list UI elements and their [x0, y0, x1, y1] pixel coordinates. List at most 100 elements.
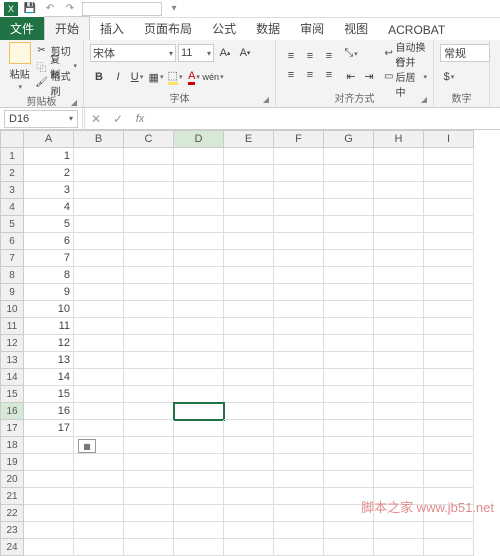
row-header-20[interactable]: 20	[0, 471, 24, 488]
cell-D14[interactable]	[174, 369, 224, 386]
column-header-F[interactable]: F	[274, 130, 324, 148]
cell-H17[interactable]	[374, 420, 424, 437]
cell-F5[interactable]	[274, 216, 324, 233]
paste-button[interactable]: 粘贴 ▾	[6, 42, 34, 91]
cell-D23[interactable]	[174, 522, 224, 539]
qat-dropdown-icon[interactable]: ▾	[166, 2, 182, 16]
cell-H22[interactable]	[374, 505, 424, 522]
cell-G14[interactable]	[324, 369, 374, 386]
cell-B4[interactable]	[74, 199, 124, 216]
cell-A4[interactable]: 4	[24, 199, 74, 216]
cell-C4[interactable]	[124, 199, 174, 216]
cell-C17[interactable]	[124, 420, 174, 437]
cell-D17[interactable]	[174, 420, 224, 437]
cell-C12[interactable]	[124, 335, 174, 352]
cell-C18[interactable]	[124, 437, 174, 454]
fill-color-button[interactable]: ⬚	[166, 68, 184, 86]
fx-button[interactable]: fx	[129, 108, 151, 130]
cell-F19[interactable]	[274, 454, 324, 471]
cell-G7[interactable]	[324, 250, 374, 267]
row-header-18[interactable]: 18	[0, 437, 24, 454]
cell-I5[interactable]	[424, 216, 474, 233]
cell-I21[interactable]	[424, 488, 474, 505]
cell-E19[interactable]	[224, 454, 274, 471]
cell-I22[interactable]	[424, 505, 474, 522]
cell-E1[interactable]	[224, 148, 274, 165]
cell-B8[interactable]	[74, 267, 124, 284]
cell-H16[interactable]	[374, 403, 424, 420]
cell-H1[interactable]	[374, 148, 424, 165]
cell-A22[interactable]	[24, 505, 74, 522]
cell-F14[interactable]	[274, 369, 324, 386]
cell-G17[interactable]	[324, 420, 374, 437]
cell-I18[interactable]	[424, 437, 474, 454]
cell-H4[interactable]	[374, 199, 424, 216]
decrease-indent-button[interactable]: ⇤	[342, 68, 360, 86]
cell-C15[interactable]	[124, 386, 174, 403]
cell-G23[interactable]	[324, 522, 374, 539]
cell-E4[interactable]	[224, 199, 274, 216]
cell-B16[interactable]	[74, 403, 124, 420]
cell-G3[interactable]	[324, 182, 374, 199]
cell-D24[interactable]	[174, 539, 224, 556]
tab-page-layout[interactable]: 页面布局	[134, 17, 202, 40]
column-header-H[interactable]: H	[374, 130, 424, 148]
cell-D15[interactable]	[174, 386, 224, 403]
column-header-D[interactable]: D	[174, 130, 224, 148]
cell-I2[interactable]	[424, 165, 474, 182]
cell-F3[interactable]	[274, 182, 324, 199]
cell-A5[interactable]: 5	[24, 216, 74, 233]
cell-G8[interactable]	[324, 267, 374, 284]
cell-G13[interactable]	[324, 352, 374, 369]
cell-G22[interactable]	[324, 505, 374, 522]
cell-D2[interactable]	[174, 165, 224, 182]
cell-E22[interactable]	[224, 505, 274, 522]
cell-I23[interactable]	[424, 522, 474, 539]
tab-formulas[interactable]: 公式	[202, 17, 246, 40]
cell-F2[interactable]	[274, 165, 324, 182]
cell-D13[interactable]	[174, 352, 224, 369]
cell-D5[interactable]	[174, 216, 224, 233]
cell-I9[interactable]	[424, 284, 474, 301]
cell-E9[interactable]	[224, 284, 274, 301]
cell-C24[interactable]	[124, 539, 174, 556]
cell-A20[interactable]	[24, 471, 74, 488]
cell-E23[interactable]	[224, 522, 274, 539]
cell-I13[interactable]	[424, 352, 474, 369]
phonetic-button[interactable]: wén	[204, 68, 222, 86]
cell-A11[interactable]: 11	[24, 318, 74, 335]
cell-D11[interactable]	[174, 318, 224, 335]
cell-I3[interactable]	[424, 182, 474, 199]
align-top-button[interactable]: ≡	[282, 47, 300, 65]
cell-C21[interactable]	[124, 488, 174, 505]
cell-H23[interactable]	[374, 522, 424, 539]
cell-I1[interactable]	[424, 148, 474, 165]
cell-A9[interactable]: 9	[24, 284, 74, 301]
cell-A2[interactable]: 2	[24, 165, 74, 182]
qat-input[interactable]	[82, 2, 162, 16]
increase-indent-button[interactable]: ⇥	[360, 68, 378, 86]
cell-C7[interactable]	[124, 250, 174, 267]
cell-H14[interactable]	[374, 369, 424, 386]
cell-D20[interactable]	[174, 471, 224, 488]
cell-F15[interactable]	[274, 386, 324, 403]
font-launcher-icon[interactable]: ◢	[263, 95, 269, 104]
cell-C13[interactable]	[124, 352, 174, 369]
tab-insert[interactable]: 插入	[90, 17, 134, 40]
column-header-A[interactable]: A	[24, 130, 74, 148]
cell-I6[interactable]	[424, 233, 474, 250]
cell-H7[interactable]	[374, 250, 424, 267]
cell-B1[interactable]	[74, 148, 124, 165]
cell-G20[interactable]	[324, 471, 374, 488]
cell-H5[interactable]	[374, 216, 424, 233]
cell-I11[interactable]	[424, 318, 474, 335]
cell-F21[interactable]	[274, 488, 324, 505]
cell-H3[interactable]	[374, 182, 424, 199]
row-header-22[interactable]: 22	[0, 505, 24, 522]
name-box[interactable]: D16▾	[4, 110, 78, 128]
orientation-button[interactable]: ⤡	[342, 45, 360, 63]
cell-B22[interactable]	[74, 505, 124, 522]
row-header-21[interactable]: 21	[0, 488, 24, 505]
font-color-button[interactable]: A	[185, 68, 203, 86]
cell-I16[interactable]	[424, 403, 474, 420]
